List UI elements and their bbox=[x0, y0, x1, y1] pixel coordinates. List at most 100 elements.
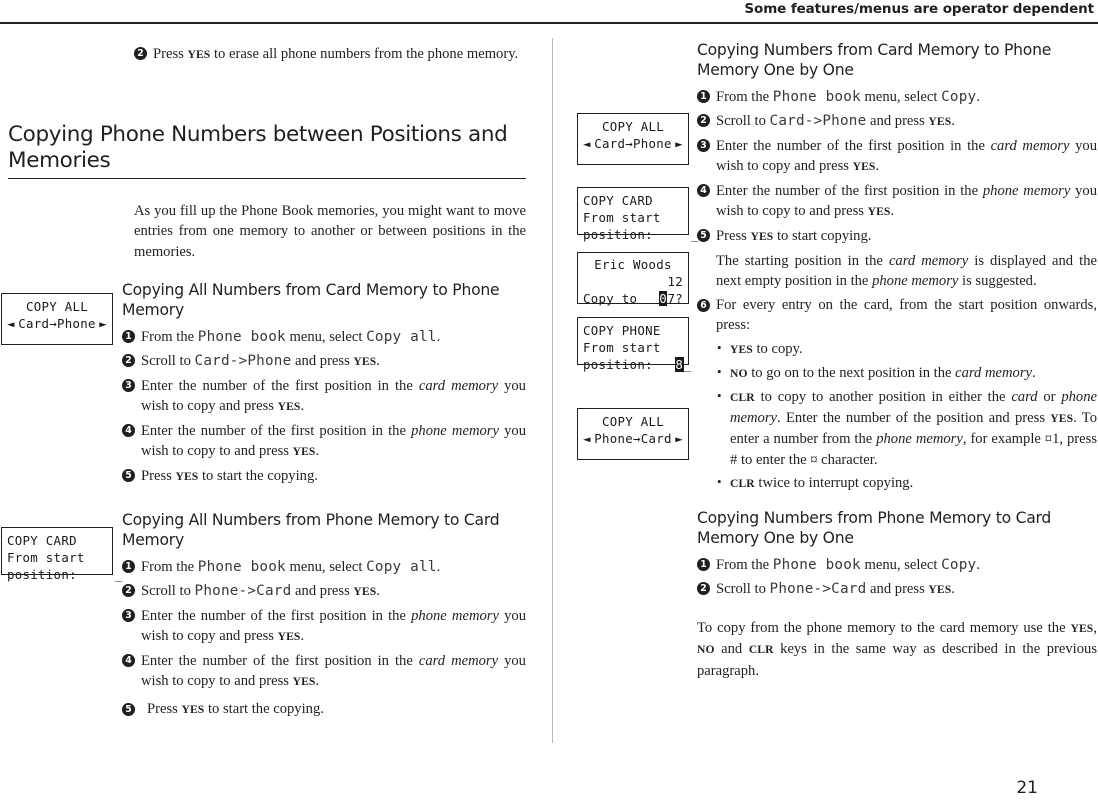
lcd-line-3-value: 7? bbox=[667, 291, 683, 306]
step-text: and press bbox=[866, 112, 929, 129]
note-text: The starting position in the bbox=[716, 252, 889, 269]
lcd-display-copy-to-entry: Eric Woods 12 Copy to 07? bbox=[577, 252, 689, 307]
step-text: Enter the number of the first position i… bbox=[141, 652, 419, 669]
right-subsection-2: Copying Numbers from Phone Memory to Car… bbox=[697, 509, 1097, 681]
header-rule bbox=[0, 22, 1098, 24]
lcd-display-copy-phone-from-start-position: COPY PHONE From start position: 8_ bbox=[577, 317, 691, 372]
lcd-line-3-row: position: 8_ bbox=[583, 356, 691, 373]
running-header: Some features/menus are operator depende… bbox=[744, 1, 1094, 17]
step-number: 5 bbox=[122, 702, 135, 716]
step-text: Enter the number of the first position i… bbox=[141, 422, 412, 439]
key-label-yes: YES bbox=[1050, 412, 1074, 426]
lcd-line-3: position: bbox=[7, 567, 77, 582]
bullet-list: YES to copy. NO to go on to the next pos… bbox=[716, 338, 1097, 494]
lcd-line-2: Phone→Card bbox=[594, 431, 672, 446]
emphasis-phone-memory: phone memory bbox=[872, 272, 959, 289]
emphasis-card: card bbox=[1011, 388, 1038, 405]
right-arrow-icon: ► bbox=[675, 431, 683, 446]
left-arrow-icon: ◄ bbox=[583, 431, 591, 446]
lcd-line-3: position: bbox=[583, 227, 653, 242]
list-item: 5 Press YES to start copying. bbox=[697, 226, 1097, 247]
step-number: 1 bbox=[122, 330, 135, 344]
step-number: 2 bbox=[134, 47, 147, 61]
lcd-display-copy-all-card-to-phone-2: COPY ALL ◄ Card→Phone ► bbox=[577, 113, 689, 165]
step-text: to start the copying. bbox=[198, 467, 318, 484]
lcd-line-3-value-group: 07? bbox=[658, 290, 683, 307]
page-number: 21 bbox=[1016, 778, 1038, 798]
lcd-inline-option: Card->Phone bbox=[769, 112, 867, 129]
step-text: From the bbox=[716, 89, 773, 105]
lcd-line-1: COPY ALL bbox=[601, 119, 665, 134]
bullet-text: . bbox=[1032, 365, 1036, 382]
lcd-inline-option: Phone->Card bbox=[194, 582, 292, 599]
left-arrow-icon: ◄ bbox=[583, 136, 591, 151]
lcd-line-2: 12 bbox=[667, 274, 683, 289]
step-text: Press bbox=[141, 467, 176, 484]
key-label-yes: YES bbox=[867, 204, 891, 218]
lcd-cursor-highlight: 8 bbox=[674, 357, 684, 372]
lcd-line-2-row: ◄ Card→Phone ► bbox=[583, 135, 683, 152]
step-text: . bbox=[951, 580, 955, 597]
step-text: For every entry on the card, from the st… bbox=[716, 297, 1097, 334]
emphasis-card-memory: card memory bbox=[955, 365, 1033, 382]
step-text: . bbox=[976, 89, 980, 105]
key-label-yes: YES bbox=[277, 399, 301, 413]
step-text: menu, select bbox=[860, 89, 942, 105]
step-text: . bbox=[976, 557, 980, 573]
bullet-text: . Enter the number of the position and p… bbox=[777, 410, 1051, 427]
step-text: Press bbox=[147, 701, 182, 718]
key-label-yes: YES bbox=[730, 343, 753, 357]
lcd-display-copy-card-from-start-position: COPY CARD From start position: _ bbox=[1, 527, 122, 582]
list-item: 6 For every entry on the card, from the … bbox=[697, 295, 1097, 336]
section-heading-block: Copying Phone Numbers between Positions … bbox=[8, 122, 526, 180]
emphasis-phone-memory: phone memory bbox=[982, 182, 1071, 199]
step-text: Scroll to bbox=[716, 112, 770, 129]
left-subsection-2: Copying All Numbers from Phone Memory to… bbox=[122, 511, 526, 724]
right-subsection-1: Copying Numbers from Card Memory to Phon… bbox=[697, 41, 1097, 496]
list-item: 1 From the Phone book menu, select Copy … bbox=[122, 557, 526, 577]
step-text: From the bbox=[716, 557, 773, 573]
closing-text: To copy from the phone memory to the car… bbox=[697, 620, 1071, 637]
emphasis-card-memory: card memory bbox=[990, 137, 1070, 154]
list-item: CLR to copy to another position in eithe… bbox=[716, 386, 1097, 470]
step-number: 4 bbox=[122, 424, 135, 438]
step-number: 4 bbox=[697, 184, 710, 198]
key-label-yes: YES bbox=[928, 582, 952, 596]
bullet-text: twice to interrupt copying. bbox=[754, 474, 914, 491]
lcd-line-1: COPY ALL bbox=[25, 299, 89, 314]
step-number: 1 bbox=[122, 560, 135, 574]
list-item: NO to go on to the next position in the … bbox=[716, 362, 1097, 384]
step-text: and press bbox=[291, 352, 354, 369]
step-text: and press bbox=[866, 580, 929, 597]
step-text: Scroll to bbox=[141, 582, 195, 599]
section-rule bbox=[8, 178, 526, 180]
step-text: Press bbox=[716, 227, 751, 244]
list-item: 3 Enter the number of the first position… bbox=[697, 136, 1097, 178]
emphasis-card-memory: card memory bbox=[418, 377, 499, 394]
list-item: 3 Enter the number of the first position… bbox=[122, 606, 526, 648]
step-text: Enter the number of the first position i… bbox=[141, 607, 412, 624]
step-text: . bbox=[875, 157, 880, 174]
lcd-line-2-row: ◄ Card→Phone ► bbox=[7, 315, 107, 332]
lcd-display-copy-all-card-to-phone: COPY ALL ◄ Card→Phone ► bbox=[1, 293, 113, 345]
key-label-yes: YES bbox=[852, 159, 876, 173]
key-label-yes: YES bbox=[187, 48, 211, 61]
lcd-inline-menu: Phone book bbox=[197, 329, 286, 345]
step-text: Enter the number of the first position i… bbox=[141, 377, 419, 394]
step-text: From the bbox=[141, 329, 198, 345]
step-number: 5 bbox=[697, 229, 710, 243]
steps-list: 1 From the Phone book menu, select Copy.… bbox=[697, 87, 1097, 336]
step-text: Enter the number of the first position i… bbox=[716, 182, 983, 199]
subsection-title: Copying All Numbers from Phone Memory to… bbox=[122, 511, 500, 549]
lcd-line-3: position: bbox=[583, 357, 653, 372]
key-label-yes: YES bbox=[750, 229, 774, 243]
left-top-step: 2 Press YES to erase all phone numbers f… bbox=[134, 44, 526, 69]
steps-list: 1 From the Phone book menu, select Copy … bbox=[122, 327, 526, 487]
key-label-yes: YES bbox=[292, 674, 316, 688]
step-number: 1 bbox=[697, 90, 710, 104]
right-arrow-icon: ► bbox=[675, 136, 683, 151]
list-item: 1 From the Phone book menu, select Copy. bbox=[697, 87, 1097, 107]
step-number: 2 bbox=[697, 114, 710, 128]
list-item: 2 Scroll to Card->Phone and press YES. bbox=[697, 111, 1097, 132]
lcd-inline-option: Copy all bbox=[366, 559, 437, 575]
